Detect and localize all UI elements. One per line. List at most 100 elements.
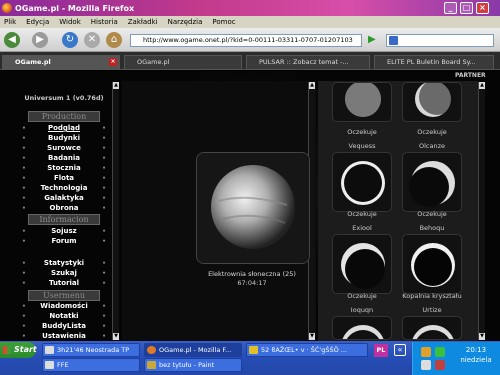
task-label: FFE [57, 361, 69, 369]
universe-label: Universum 1 (v0.76d) [24, 94, 104, 102]
start-label: Start [14, 345, 37, 354]
planet-tile[interactable] [402, 316, 462, 340]
planet-image [196, 152, 310, 264]
tray-expand-icon[interactable]: « [394, 344, 406, 356]
nav-forum[interactable]: Forum [14, 236, 114, 247]
back-arrow-icon[interactable]: ◀ [4, 32, 20, 48]
start-button[interactable]: Start [0, 342, 37, 358]
section-production: Production [28, 111, 100, 122]
partner-label: PARTNER [455, 72, 486, 79]
building-caption: Elektrownia słoneczna (25) 67:04:17 [180, 270, 324, 288]
building-name[interactable]: Elektrownia słoneczna (25) [180, 270, 324, 279]
scroll-down-icon[interactable]: ▼ [113, 333, 119, 340]
firefox-icon [147, 346, 156, 354]
tray-network-icon[interactable] [435, 347, 445, 357]
scroll-down-icon[interactable]: ▼ [309, 333, 315, 340]
game-sidebar: Universum 1 (v0.76d) Production Podgląd … [14, 90, 114, 342]
building-timer: 67:04:17 [237, 279, 267, 287]
maximize-button[interactable]: □ [460, 2, 473, 14]
scroll-down-icon[interactable]: ▼ [479, 333, 485, 340]
menu-plik[interactable]: Plik [4, 18, 16, 26]
menu-historia[interactable]: Historia [91, 18, 118, 26]
firefox-icon [2, 3, 12, 13]
window-icon [45, 361, 54, 369]
window-title: OGame.pl - Mozilla Firefox [15, 3, 135, 13]
nav-tutorial[interactable]: Tutorial [14, 278, 114, 289]
planet-status: Oczekuje [347, 292, 377, 300]
clock-time: 20:13 [465, 346, 487, 354]
tab-ogame-2[interactable]: OGame.pl [124, 55, 242, 69]
sidebar-scrollbar[interactable]: ▲ ▼ [112, 82, 119, 340]
clock[interactable]: 20:13 niedziela [456, 345, 496, 365]
clock-day: niedziela [460, 356, 492, 364]
tab-bar: OGame.pl × OGame.pl PULSAR :: Zobacz tem… [0, 52, 500, 70]
scroll-up-icon[interactable]: ▲ [479, 82, 485, 89]
planet-status: Oczekuje [347, 210, 377, 218]
right-scrollbar[interactable]: ▲ ▼ [478, 82, 485, 340]
task-ffe[interactable]: FFE [42, 358, 140, 372]
task-label: bez tytułu - Paint [159, 361, 215, 369]
menu-narzedzia[interactable]: Narzędzia [168, 18, 203, 26]
tab-elite[interactable]: ELITE PL Buletin Board Sy... [374, 55, 494, 69]
tab-pulsar[interactable]: PULSAR :: Zobacz temat -... [246, 55, 370, 69]
volume-icon[interactable] [421, 360, 431, 370]
task-label: 3h21'46 Neostrada TP [57, 346, 130, 354]
search-input[interactable] [386, 34, 494, 47]
planet-tile[interactable] [332, 152, 392, 212]
go-arrow-icon[interactable]: ▶ [368, 34, 380, 47]
close-button[interactable]: × [476, 2, 489, 14]
task-paint[interactable]: bez tytułu - Paint [144, 358, 242, 372]
tab-label: OGame.pl [15, 58, 51, 66]
home-icon[interactable]: ⌂ [106, 32, 122, 48]
stop-icon[interactable]: ✕ [84, 32, 100, 48]
paint-icon [147, 361, 156, 369]
tab-label: OGame.pl [137, 58, 170, 66]
planet-tile[interactable] [402, 82, 462, 122]
planet-status: Oczekuje [347, 128, 377, 136]
planet-name: Urtize [422, 306, 442, 314]
search-engine-icon[interactable] [389, 36, 398, 45]
section-information: Informacion [28, 214, 100, 225]
title-bar: OGame.pl - Mozilla Firefox _ □ × [0, 0, 500, 16]
forward-arrow-icon[interactable]: ▶ [32, 32, 48, 48]
tab-label: ELITE PL Buletin Board Sy... [387, 58, 476, 66]
task-firefox[interactable]: OGame.pl - Mozilla F... [144, 343, 242, 357]
menu-bar: Plik Edycja Widok Historia Zakładki Narz… [0, 16, 500, 28]
minimize-button[interactable]: _ [444, 2, 457, 14]
menu-pomoc[interactable]: Pomoc [212, 18, 235, 26]
planet-name: Exiool [352, 224, 372, 232]
task-label: OGame.pl - Mozilla F... [159, 346, 232, 354]
windows-logo-icon [3, 346, 11, 354]
tab-close-icon[interactable]: × [109, 58, 117, 66]
tray-app-icon[interactable] [421, 347, 431, 357]
scroll-up-icon[interactable]: ▲ [309, 82, 315, 89]
tab-ogame-1[interactable]: OGame.pl × [2, 55, 120, 69]
tab-label: PULSAR :: Zobacz temat -... [259, 58, 349, 66]
menu-zakladki[interactable]: Zakładki [128, 18, 158, 26]
planet-status: Oczekuje [417, 210, 447, 218]
planet-status: Oczekuje [417, 128, 447, 136]
task-label: 52 ϐAŽŒL• v · ŠĆ'gŚŚÖ ... [261, 346, 347, 354]
planet-tile[interactable] [332, 82, 392, 122]
planet-status: Kopalnia kryształu [402, 292, 462, 300]
scroll-up-icon[interactable]: ▲ [113, 82, 119, 89]
planet-tile[interactable] [402, 152, 462, 212]
address-bar[interactable]: http://www.ogame.onet.pl/?kid=0-00111-03… [130, 34, 362, 47]
menu-edycja[interactable]: Edycja [26, 18, 49, 26]
planet-name: Olcanze [418, 142, 445, 150]
task-chat[interactable]: 52 ϐAŽŒL• v · ŠĆ'gŚŚÖ ... [246, 343, 368, 357]
planet-name: Ioquqn [350, 306, 374, 314]
planet-tile[interactable] [402, 234, 462, 294]
reload-icon[interactable]: ↻ [62, 32, 78, 48]
network-icon [45, 346, 54, 354]
planet-name: Behoqu [419, 224, 445, 232]
planet-name: Vequess [348, 142, 376, 150]
menu-widok[interactable]: Widok [59, 18, 81, 26]
chat-icon [249, 346, 258, 354]
security-icon[interactable] [435, 360, 445, 370]
planet-tile[interactable] [332, 316, 392, 340]
task-neostrada[interactable]: 3h21'46 Neostrada TP [42, 343, 140, 357]
planet-tile[interactable] [332, 234, 392, 294]
nav-obrona[interactable]: Obrona [14, 203, 114, 214]
language-indicator[interactable]: PL [374, 344, 388, 357]
